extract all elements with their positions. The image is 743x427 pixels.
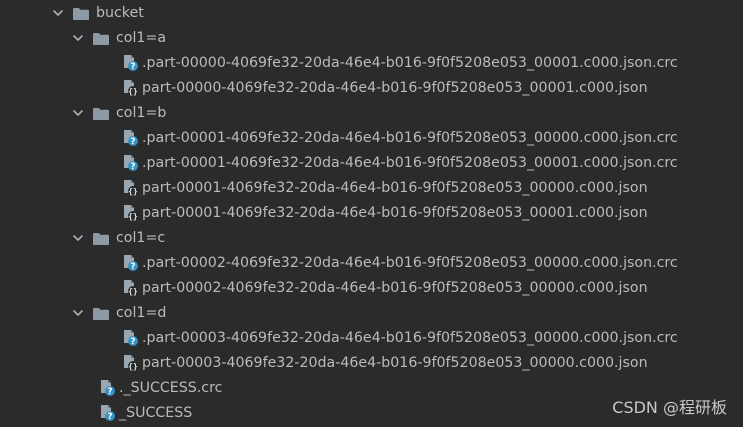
file-label: .part-00003-4069fe32-20da-46e4-b016-9f0f…	[142, 329, 678, 346]
unknown-file-icon: ?	[122, 54, 139, 72]
svg-text:?: ?	[107, 387, 112, 397]
folder-icon	[92, 231, 110, 245]
folder-label: col1=a	[116, 29, 167, 46]
file-label: ._SUCCESS.crc	[119, 379, 223, 396]
chevron-down-icon[interactable]	[72, 307, 84, 319]
json-file-icon: {}	[122, 179, 139, 197]
chevron-down-icon[interactable]	[72, 232, 84, 244]
tree-row-folder-col1-c[interactable]: col1=c	[0, 225, 743, 250]
folder-icon	[92, 106, 110, 120]
file-label: part-00001-4069fe32-20da-46e4-b016-9f0f5…	[142, 179, 648, 196]
tree-row-file[interactable]: ? .part-00000-4069fe32-20da-46e4-b016-9f…	[0, 50, 743, 75]
svg-text:?: ?	[107, 412, 112, 422]
folder-label: col1=d	[116, 304, 167, 321]
chevron-down-icon[interactable]	[72, 32, 84, 44]
tree-row-file[interactable]: ? .part-00001-4069fe32-20da-46e4-b016-9f…	[0, 150, 743, 175]
tree-row-file[interactable]: ? .part-00002-4069fe32-20da-46e4-b016-9f…	[0, 250, 743, 275]
svg-text:{}: {}	[128, 362, 138, 371]
csdn-watermark: CSDN @程研板	[612, 398, 727, 417]
svg-text:?: ?	[130, 262, 135, 272]
file-label: part-00003-4069fe32-20da-46e4-b016-9f0f5…	[142, 354, 648, 371]
unknown-file-icon: ?	[122, 254, 139, 272]
svg-text:?: ?	[130, 62, 135, 72]
json-file-icon: {}	[122, 354, 139, 372]
tree-row-folder-col1-d[interactable]: col1=d	[0, 300, 743, 325]
file-label: .part-00000-4069fe32-20da-46e4-b016-9f0f…	[142, 54, 678, 71]
svg-text:?: ?	[130, 162, 135, 172]
file-label: .part-00002-4069fe32-20da-46e4-b016-9f0f…	[142, 254, 678, 271]
unknown-file-icon: ?	[99, 379, 116, 397]
folder-label: col1=b	[116, 104, 167, 121]
svg-text:{}: {}	[128, 187, 138, 196]
svg-text:{}: {}	[128, 287, 138, 296]
tree-row-file[interactable]: {} part-00003-4069fe32-20da-46e4-b016-9f…	[0, 350, 743, 375]
folder-icon	[72, 6, 90, 20]
file-label: .part-00001-4069fe32-20da-46e4-b016-9f0f…	[142, 129, 678, 146]
json-file-icon: {}	[122, 279, 139, 297]
folder-label: bucket	[96, 4, 144, 21]
unknown-file-icon: ?	[99, 404, 116, 422]
tree-row-file[interactable]: ? .part-00003-4069fe32-20da-46e4-b016-9f…	[0, 325, 743, 350]
unknown-file-icon: ?	[122, 154, 139, 172]
svg-text:{}: {}	[128, 87, 138, 96]
file-label: part-00001-4069fe32-20da-46e4-b016-9f0f5…	[142, 204, 648, 221]
project-file-tree: bucket col1=a ? .part-00000-4069fe32-20d…	[0, 0, 743, 427]
tree-row-file[interactable]: {} part-00001-4069fe32-20da-46e4-b016-9f…	[0, 200, 743, 225]
json-file-icon: {}	[122, 204, 139, 222]
tree-row-bucket[interactable]: bucket	[0, 0, 743, 25]
tree-row-file[interactable]: ? .part-00001-4069fe32-20da-46e4-b016-9f…	[0, 125, 743, 150]
tree-row-file[interactable]: {} part-00000-4069fe32-20da-46e4-b016-9f…	[0, 75, 743, 100]
file-label: part-00002-4069fe32-20da-46e4-b016-9f0f5…	[142, 279, 648, 296]
svg-text:{}: {}	[128, 212, 138, 221]
unknown-file-icon: ?	[122, 329, 139, 347]
file-label: _SUCCESS	[119, 404, 193, 421]
tree-row-folder-col1-b[interactable]: col1=b	[0, 100, 743, 125]
folder-label: col1=c	[116, 229, 166, 246]
svg-text:?: ?	[130, 337, 135, 347]
svg-text:?: ?	[130, 137, 135, 147]
tree-row-file[interactable]: {} part-00001-4069fe32-20da-46e4-b016-9f…	[0, 175, 743, 200]
file-label: part-00000-4069fe32-20da-46e4-b016-9f0f5…	[142, 79, 648, 96]
folder-icon	[92, 306, 110, 320]
tree-row-file[interactable]: {} part-00002-4069fe32-20da-46e4-b016-9f…	[0, 275, 743, 300]
json-file-icon: {}	[122, 79, 139, 97]
folder-icon	[92, 31, 110, 45]
file-label: .part-00001-4069fe32-20da-46e4-b016-9f0f…	[142, 154, 678, 171]
chevron-down-icon[interactable]	[72, 107, 84, 119]
unknown-file-icon: ?	[122, 129, 139, 147]
tree-row-folder-col1-a[interactable]: col1=a	[0, 25, 743, 50]
chevron-down-icon[interactable]	[52, 7, 64, 19]
